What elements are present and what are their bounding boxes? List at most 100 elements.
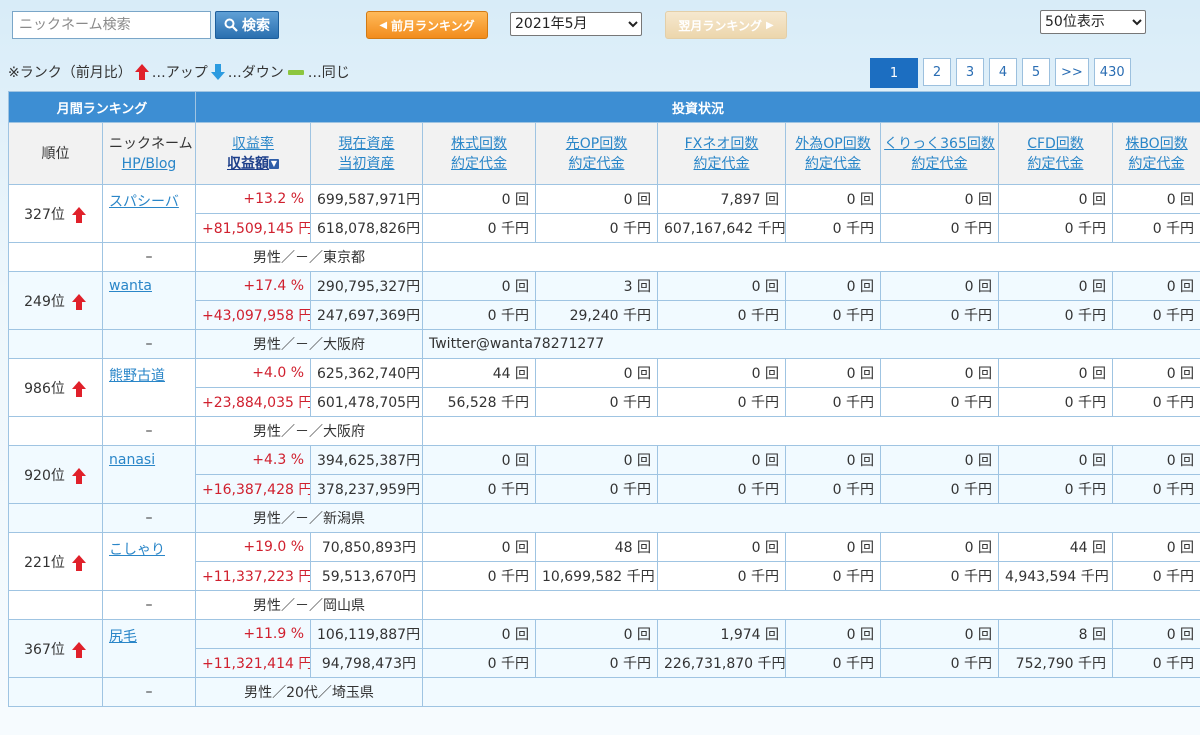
rank-up-arrow-icon bbox=[71, 641, 86, 658]
col-fop: 外為OP回数 約定代金 bbox=[785, 122, 881, 185]
profile-cell: 男性／－／新潟県 bbox=[195, 503, 423, 533]
col-stock: 株式回数 約定代金 bbox=[422, 122, 536, 185]
col-fx: FXネオ回数 約定代金 bbox=[657, 122, 786, 185]
current-assets: 699,587,971円 bbox=[310, 184, 423, 214]
sort-k365-count-link[interactable]: くりっく365回数 bbox=[884, 136, 995, 152]
legend-same: …同じ bbox=[307, 65, 350, 81]
op-amount: 0 千円 bbox=[535, 213, 658, 243]
k365-count: 0 回 bbox=[880, 184, 999, 214]
sort-cfd-count-link[interactable]: CFD回数 bbox=[1027, 136, 1084, 152]
sort-profit-link[interactable]: 収益額 bbox=[227, 156, 269, 172]
sort-fx-amt-link[interactable]: 約定代金 bbox=[694, 156, 750, 172]
blog-cell: – bbox=[102, 677, 196, 707]
nickname-link[interactable]: 熊野古道 bbox=[109, 368, 165, 384]
col-cfd: CFD回数約定代金 bbox=[998, 122, 1113, 185]
month-select[interactable]: 2021年5月 bbox=[510, 12, 642, 36]
k365-count: 0 回 bbox=[880, 358, 999, 388]
rank-blank-cell bbox=[8, 503, 103, 533]
k365-amount: 0 千円 bbox=[880, 300, 999, 330]
page-link-5[interactable]: 5 bbox=[1022, 58, 1050, 86]
ranking-row: 249位 wanta +17.4 % 290,795,327円 0 回 3 回 … bbox=[8, 271, 1200, 330]
rank-blank-cell bbox=[8, 590, 103, 620]
rank-blank-cell bbox=[8, 416, 103, 446]
prev-month-button[interactable]: ◀ 前月ランキング bbox=[366, 11, 488, 39]
current-assets: 106,119,887円 bbox=[310, 619, 423, 649]
sort-init-assets-link[interactable]: 当初資産 bbox=[339, 156, 395, 172]
op-count: 0 回 bbox=[535, 358, 658, 388]
page-link-next[interactable]: >> bbox=[1055, 58, 1089, 86]
fx-amount: 0 千円 bbox=[657, 300, 786, 330]
nickname-link[interactable]: 尻毛 bbox=[109, 629, 137, 645]
next-month-button[interactable]: 翌月ランキング ▶ bbox=[665, 11, 787, 39]
blog-cell: – bbox=[102, 242, 196, 272]
nickname-link[interactable]: スパシーバ bbox=[109, 194, 179, 210]
k365-count: 0 回 bbox=[880, 619, 999, 649]
search-button-label: 検索 bbox=[242, 18, 270, 34]
nickname-search-input[interactable] bbox=[12, 11, 211, 39]
op-amount: 10,699,582 千円 bbox=[535, 561, 658, 591]
sort-desc-icon[interactable]: ▼ bbox=[269, 158, 279, 169]
return-rate: +19.0 % bbox=[195, 532, 311, 562]
profile-cell: 男性／－／岡山県 bbox=[195, 590, 423, 620]
fx-count: 1,974 回 bbox=[657, 619, 786, 649]
rank-blank-cell bbox=[8, 329, 103, 359]
search-button[interactable]: 検索 bbox=[215, 11, 279, 39]
fop-amount: 0 千円 bbox=[785, 561, 881, 591]
fop-count: 0 回 bbox=[785, 358, 881, 388]
rank-value: 249位 bbox=[24, 293, 65, 310]
cfd-count: 0 回 bbox=[998, 271, 1113, 301]
ranking-row: 221位 こしゃり +19.0 % 70,850,893円 0 回 48 回 0… bbox=[8, 532, 1200, 591]
profit-amount: +11,321,414 円 bbox=[195, 648, 311, 678]
col-hpblog-link[interactable]: HP/Blog bbox=[122, 156, 177, 172]
op-amount: 0 千円 bbox=[535, 387, 658, 417]
col-rank: 順位 bbox=[8, 122, 103, 185]
sort-rate-link[interactable]: 収益率 bbox=[232, 136, 274, 152]
sort-fop-amt-link[interactable]: 約定代金 bbox=[805, 156, 861, 172]
ranking-table: 月間ランキング 投資状況 順位 ニックネーム HP/Blog 収益率 収益額 ▼ 現在… bbox=[8, 91, 1200, 707]
fop-amount: 0 千円 bbox=[785, 474, 881, 504]
sort-op-amt-link[interactable]: 約定代金 bbox=[569, 156, 625, 172]
col-rate-profit: 収益率収益額 ▼ bbox=[195, 122, 311, 185]
ranking-row: 367位 尻毛 +11.9 % 106,119,887円 0 回 0 回 1,9… bbox=[8, 619, 1200, 678]
page-link-4[interactable]: 4 bbox=[989, 58, 1017, 86]
sort-fx-count-link[interactable]: FXネオ回数 bbox=[685, 136, 759, 152]
nickname-cell: wanta bbox=[102, 271, 196, 330]
arrow-up-icon bbox=[134, 64, 149, 80]
sort-bo-count-link[interactable]: 株BO回数 bbox=[1125, 136, 1187, 152]
next-month-label: 翌月ランキング bbox=[678, 18, 762, 33]
rank-up-arrow-icon bbox=[71, 380, 86, 397]
sort-k365-amt-link[interactable]: 約定代金 bbox=[912, 156, 968, 172]
k365-amount: 0 千円 bbox=[880, 474, 999, 504]
stock-count: 0 回 bbox=[422, 271, 536, 301]
page-link-2[interactable]: 2 bbox=[923, 58, 951, 86]
sort-cur-assets-link[interactable]: 現在資産 bbox=[339, 136, 395, 152]
page-link-3[interactable]: 3 bbox=[956, 58, 984, 86]
col-rank-label: 順位 bbox=[41, 145, 70, 162]
monthly-ranking-header: 月間ランキング bbox=[8, 91, 196, 123]
chevron-right-icon: ▶ bbox=[765, 19, 774, 31]
display-count-select[interactable]: 50位表示 bbox=[1040, 10, 1146, 34]
page-link-last[interactable]: 430 bbox=[1093, 58, 1131, 86]
sort-cfd-amt-link[interactable]: 約定代金 bbox=[1028, 156, 1084, 172]
bo-count: 0 回 bbox=[1111, 532, 1200, 562]
fop-count: 0 回 bbox=[785, 445, 881, 475]
initial-assets: 618,078,826円 bbox=[310, 213, 423, 243]
sort-stock-amt-link[interactable]: 約定代金 bbox=[451, 156, 507, 172]
nickname-link[interactable]: こしゃり bbox=[109, 542, 165, 558]
col-bo: 株BO回数約定代金 bbox=[1111, 122, 1200, 185]
stock-count: 0 回 bbox=[422, 445, 536, 475]
page-link-1[interactable]: 1 bbox=[870, 58, 918, 88]
fx-amount: 607,167,642 千円 bbox=[657, 213, 786, 243]
sort-fop-count-link[interactable]: 外為OP回数 bbox=[795, 136, 870, 152]
sort-op-count-link[interactable]: 先OP回数 bbox=[566, 136, 627, 152]
nickname-link[interactable]: nanasi bbox=[109, 452, 155, 468]
sort-bo-amt-link[interactable]: 約定代金 bbox=[1129, 156, 1185, 172]
nickname-link[interactable]: wanta bbox=[109, 278, 152, 294]
k365-amount: 0 千円 bbox=[880, 561, 999, 591]
stock-count: 44 回 bbox=[422, 358, 536, 388]
rank-value: 986位 bbox=[24, 380, 65, 397]
rank-cell: 249位 bbox=[8, 271, 103, 330]
sort-stock-count-link[interactable]: 株式回数 bbox=[451, 136, 507, 152]
k365-amount: 0 千円 bbox=[880, 387, 999, 417]
col-op: 先OP回数約定代金 bbox=[535, 122, 658, 185]
